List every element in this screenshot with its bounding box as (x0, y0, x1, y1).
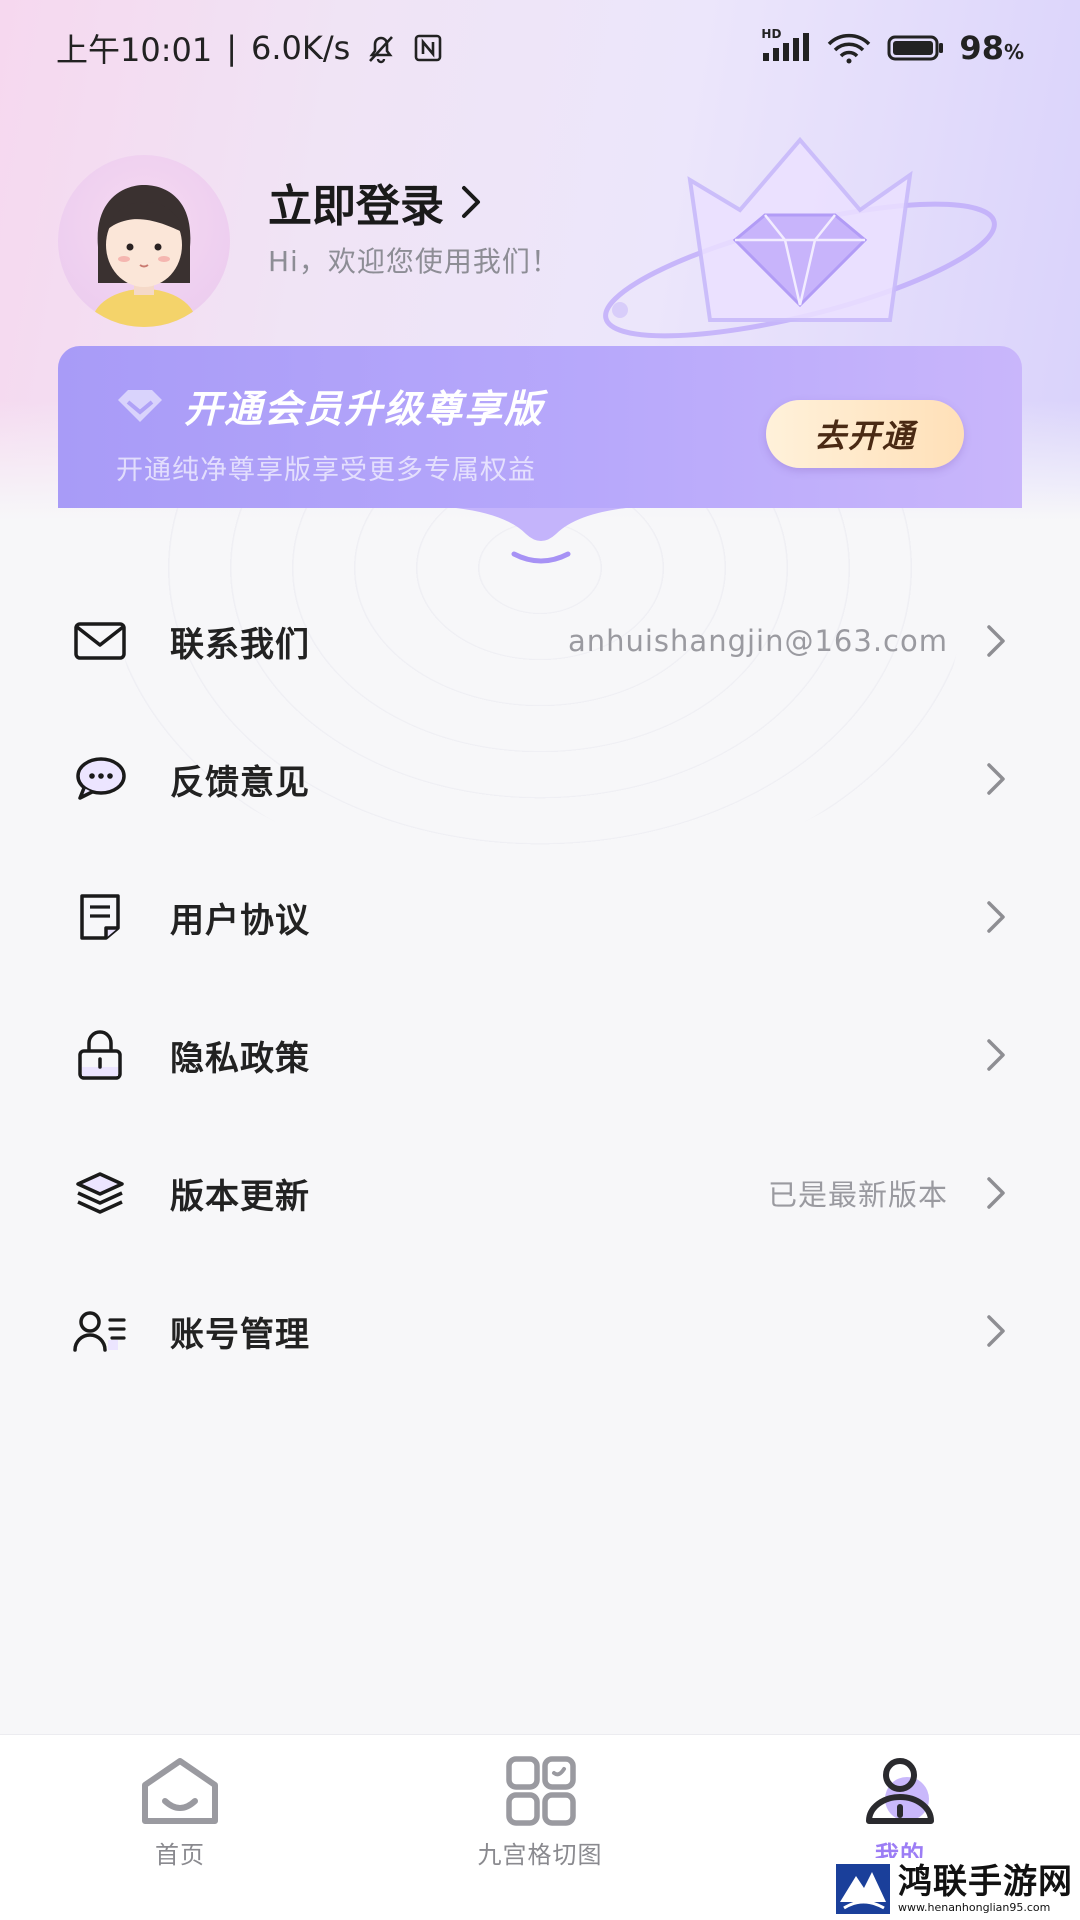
lock-icon (72, 1027, 128, 1083)
chat-bubble-icon (72, 751, 128, 807)
grid-icon (506, 1756, 576, 1826)
document-icon (72, 889, 128, 945)
menu-item-contact[interactable]: 联系我们 anhuishangjin@163.com (0, 572, 1080, 710)
watermark-logo-icon (836, 1864, 890, 1914)
vip-card-notch (456, 508, 626, 564)
chevron-right-icon (987, 1315, 1005, 1347)
signal-icon: HD (761, 27, 811, 63)
tab-label: 九宫格切图 (477, 1841, 603, 1869)
chevron-right-icon (462, 186, 480, 218)
network-speed: 6.0K/s (251, 29, 351, 67)
welcome-text: Hi，欢迎您使用我们！ (268, 245, 560, 278)
tab-home[interactable]: 首页 (60, 1755, 300, 1870)
status-right: HD 98% (761, 27, 1024, 67)
avatar[interactable] (58, 155, 230, 327)
menu-item-user-agreement[interactable]: 用户协议 (0, 848, 1080, 986)
battery-level: 98% (959, 29, 1024, 67)
menu-label: 账号管理 (170, 1314, 310, 1355)
tab-grid-cut[interactable]: 九宫格切图 (420, 1755, 660, 1870)
tab-mine[interactable]: 我的 (780, 1755, 1020, 1870)
chevron-right-icon (987, 763, 1005, 795)
vip-title: 开通会员升级尊享版 (114, 378, 544, 433)
user-list-icon (72, 1303, 128, 1359)
chevron-right-icon (987, 901, 1005, 933)
status-bar: 上午10:01 | 6.0K/s HD 98% (0, 0, 1080, 96)
version-status: 已是最新版本 (767, 1178, 948, 1212)
profile-icon (866, 1758, 934, 1824)
menu-label: 隐私政策 (170, 1038, 310, 1079)
login-link[interactable]: 立即登录 (268, 170, 486, 234)
diamond-icon (118, 389, 162, 422)
menu-label: 联系我们 (170, 624, 310, 665)
activate-vip-button[interactable]: 去开通 (766, 400, 964, 468)
watermark-name: 鸿联手游网 (898, 1862, 1073, 1902)
menu-item-feedback[interactable]: 反馈意见 (0, 710, 1080, 848)
home-icon (142, 1758, 218, 1824)
battery-icon (887, 34, 945, 62)
menu-label: 用户协议 (170, 900, 310, 941)
status-left: 上午10:01 | 6.0K/s (56, 25, 444, 71)
chevron-right-icon (987, 1177, 1005, 1209)
status-time: 上午10:01 (56, 31, 213, 69)
chevron-right-icon (987, 625, 1005, 657)
login-label: 立即登录 (268, 181, 444, 232)
signal-hd-label: HD (761, 27, 782, 41)
tab-label: 首页 (155, 1841, 205, 1869)
nfc-icon (412, 32, 444, 64)
contact-email: anhuishangjin@163.com (567, 624, 948, 658)
menu-label: 反馈意见 (170, 762, 310, 803)
chevron-right-icon (987, 1039, 1005, 1071)
vip-title-text: 开通会员升级尊享版 (184, 387, 545, 431)
menu-label: 版本更新 (170, 1176, 310, 1217)
site-watermark: 鸿联手游网 www.henanhonglian95.com (830, 1858, 1080, 1920)
crown-diamond-illustration (603, 136, 997, 339)
menu-item-privacy-policy[interactable]: 隐私政策 (0, 986, 1080, 1124)
watermark-url: www.henanhonglian95.com (898, 1901, 1051, 1914)
layers-icon (72, 1165, 128, 1221)
mail-icon (72, 613, 128, 669)
watermark-text: 鸿联手游网 www.henanhonglian95.com (898, 1863, 1073, 1915)
wifi-icon (825, 32, 873, 64)
menu-item-account-management[interactable]: 账号管理 (0, 1262, 1080, 1400)
mute-bell-icon (364, 31, 398, 65)
menu-item-version-update[interactable]: 版本更新 已是最新版本 (0, 1124, 1080, 1262)
status-separator: | (226, 29, 238, 67)
vip-subtitle: 开通纯净尊享版享受更多专属权益 (116, 455, 536, 486)
vip-promo-card[interactable]: 开通会员升级尊享版 开通纯净尊享版享受更多专属权益 去开通 (58, 346, 1022, 508)
settings-menu: 联系我们 anhuishangjin@163.com 反馈意见 用户协议 隐私政… (0, 572, 1080, 1400)
